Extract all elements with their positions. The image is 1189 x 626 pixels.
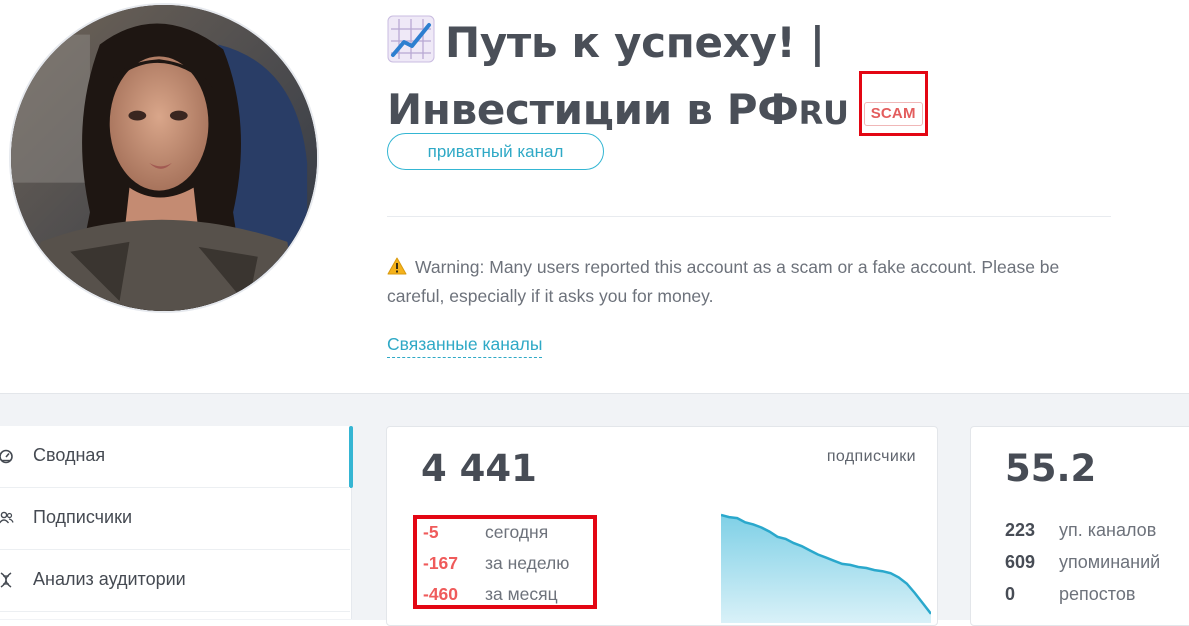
users-icon xyxy=(0,510,14,526)
subscribers-count: 4 441 xyxy=(421,447,537,490)
dashboard-icon xyxy=(0,448,14,464)
sidebar-item-label: Анализ аудитории xyxy=(33,569,186,589)
subscribers-label: подписчики xyxy=(826,448,916,465)
sidebar-item-summary[interactable]: Сводная xyxy=(0,426,350,488)
warning-text: Warning: Many users reported this accoun… xyxy=(387,257,1060,306)
delta-label: сегодня xyxy=(485,522,549,542)
subscriber-changes-highlight: -5 сегодня -167 за неделю -460 за месяц xyxy=(413,515,597,609)
subscribers-card: 4 441 подписчики -5 сегодня -167 за неде… xyxy=(386,426,938,626)
sidebar-nav: Сводная Подписчики Анализ аудитории xyxy=(0,426,353,619)
channel-title-text: Путь к успеху! | Инвестиции в РФ xyxy=(387,18,825,134)
stat-label: репостов xyxy=(1059,584,1136,604)
delta-value: -460 xyxy=(423,584,459,604)
channel-title-suffix: RU xyxy=(798,94,849,132)
citation-index-value: 55.2 xyxy=(1005,447,1097,490)
stat-value: 609 xyxy=(1005,552,1036,572)
sparkline-area xyxy=(721,515,931,623)
citation-index-card: 55.2 223 уп. каналов 609 упоминаний 0 ре… xyxy=(970,426,1189,626)
channel-title: Путь к успеху! | Инвестиции в РФRU SCAM xyxy=(387,14,1117,142)
stat-label: упоминаний xyxy=(1059,552,1161,572)
related-channels-link[interactable]: Связанные каналы xyxy=(387,333,543,358)
subscribers-trend-sparkline xyxy=(721,513,931,623)
delta-label: за неделю xyxy=(485,553,570,573)
sidebar-item-label: Подписчики xyxy=(33,507,133,527)
sidebar-item-audience[interactable]: Анализ аудитории xyxy=(0,550,350,612)
warning-icon xyxy=(387,255,407,275)
stat-value: 0 xyxy=(1005,584,1016,604)
chart-increasing-icon xyxy=(387,15,435,63)
scam-warning: Warning: Many users reported this accoun… xyxy=(387,253,1117,311)
scam-badge: SCAM xyxy=(863,102,923,126)
dna-icon xyxy=(0,572,14,588)
scam-highlight-box: SCAM xyxy=(858,71,928,136)
delta-value: -5 xyxy=(423,522,439,542)
sidebar-item-label: Сводная xyxy=(33,445,106,465)
stat-value: 223 xyxy=(1005,520,1036,540)
private-channel-pill[interactable]: приватный канал xyxy=(387,133,604,170)
stat-label: уп. каналов xyxy=(1059,520,1157,540)
channel-avatar xyxy=(9,3,319,313)
divider xyxy=(387,216,1111,217)
sidebar-item-subscribers[interactable]: Подписчики xyxy=(0,488,350,550)
delta-value: -167 xyxy=(423,553,459,573)
delta-label: за месяц xyxy=(485,584,558,604)
